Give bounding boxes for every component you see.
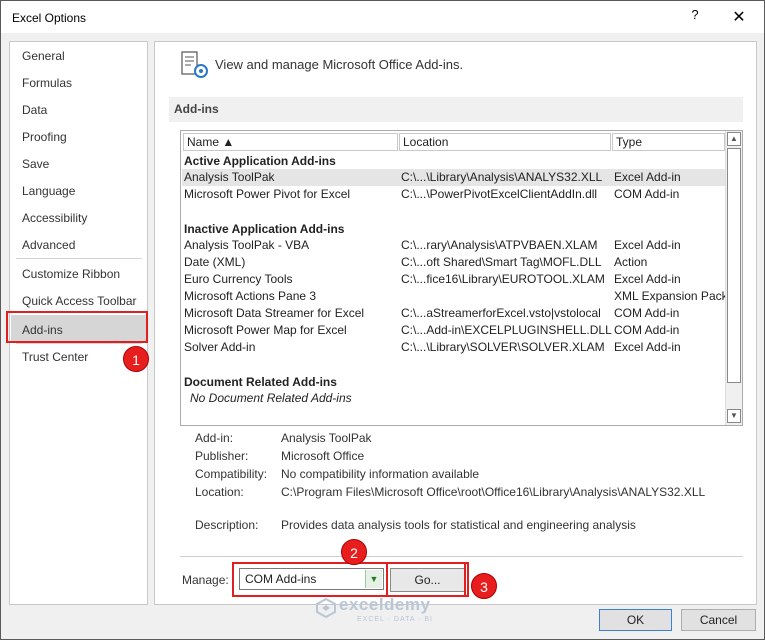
table-row[interactable]: Date (XML) C:\...oft Shared\Smart Tag\MO… — [182, 254, 725, 271]
addin-name: Microsoft Data Streamer for Excel — [184, 306, 365, 320]
watermark: exceldemy EXCEL · DATA · BI — [313, 594, 473, 628]
addin-type: Action — [614, 255, 648, 269]
group-active: Active Application Add-ins — [184, 154, 336, 168]
addin-name: Solver Add-in — [184, 340, 256, 354]
annotation-box-go — [386, 562, 469, 597]
table-row[interactable]: Microsoft Actions Pane 3 XML Expansion P… — [182, 288, 728, 305]
addin-name: Analysis ToolPak - VBA — [184, 238, 310, 252]
addin-location: C:\...\PowerPivotExcelClientAddIn.dll — [401, 187, 598, 201]
column-header-location[interactable]: Location — [399, 133, 611, 151]
sidebar-item-advanced[interactable]: Advanced — [22, 238, 75, 252]
sidebar-item-formulas[interactable]: Formulas — [22, 76, 72, 90]
sidebar-item-proofing[interactable]: Proofing — [22, 130, 67, 144]
cancel-button[interactable]: Cancel — [681, 609, 756, 631]
addin-location: C:\...\Library\SOLVER\SOLVER.XLAM — [401, 340, 605, 354]
detail-publisher-value: Microsoft Office — [281, 449, 365, 463]
addin-type: XML Expansion Pack — [614, 289, 728, 303]
detail-desc-label: Description: — [195, 518, 259, 532]
sidebar-item-quick-access-toolbar[interactable]: Quick Access Toolbar — [22, 294, 137, 308]
column-header-type[interactable]: Type — [612, 133, 725, 151]
watermark-tagline: EXCEL · DATA · BI — [357, 616, 433, 623]
detail-compat-value: No compatibility information available — [281, 467, 480, 481]
addin-type: COM Add-in — [614, 323, 680, 337]
addins-list[interactable]: Name ▲ Location Type Active Application … — [180, 130, 743, 426]
detail-compat-label: Compatibility: — [195, 467, 268, 481]
table-row[interactable]: Analysis ToolPak C:\...\Library\Analysis… — [182, 169, 725, 186]
sidebar-item-accessibility[interactable]: Accessibility — [22, 211, 87, 225]
addin-location: C:\...rary\Analysis\ATPVBAEN.XLAM — [401, 238, 598, 252]
detail-publisher-label: Publisher: — [195, 449, 249, 463]
table-row[interactable]: Analysis ToolPak - VBA C:\...rary\Analys… — [182, 237, 725, 254]
table-row[interactable]: Euro Currency Tools C:\...fice16\Library… — [182, 271, 725, 288]
addin-type: COM Add-in — [614, 187, 680, 201]
sidebar-item-language[interactable]: Language — [22, 184, 75, 198]
table-row[interactable]: Microsoft Power Pivot for Excel C:\...\P… — [182, 186, 725, 203]
column-header-name[interactable]: Name ▲ — [183, 133, 398, 151]
addin-type: COM Add-in — [614, 306, 680, 320]
addin-name: Analysis ToolPak — [184, 170, 275, 184]
detail-addin-label: Add-in: — [195, 431, 234, 445]
manage-label: Manage: — [182, 573, 229, 587]
panel-header: View and manage Microsoft Office Add-ins… — [215, 57, 464, 72]
annotation-box-addins — [6, 311, 148, 343]
addin-location: C:\...Add-in\EXCELPLUGINSHELL.DLL — [401, 323, 612, 337]
document-empty-note: No Document Related Add-ins — [190, 391, 352, 405]
sidebar-item-data[interactable]: Data — [22, 103, 47, 117]
sidebar-divider — [16, 258, 142, 259]
addin-location: C:\...oft Shared\Smart Tag\MOFL.DLL — [401, 255, 602, 269]
group-document: Document Related Add-ins — [184, 375, 337, 389]
detail-location-label: Location: — [195, 485, 244, 499]
help-button[interactable]: ? — [684, 7, 706, 27]
addins-panel: View and manage Microsoft Office Add-ins… — [154, 41, 757, 623]
addin-type: Excel Add-in — [614, 340, 681, 354]
window-title: Excel Options — [12, 11, 87, 25]
group-inactive: Inactive Application Add-ins — [184, 222, 345, 236]
title-bar: Excel Options ? ✕ — [1, 1, 764, 33]
divider — [180, 556, 743, 557]
annotation-badge-3: 3 — [471, 573, 497, 599]
addins-section-bar: Add-ins — [169, 97, 743, 122]
addin-name: Microsoft Power Pivot for Excel — [184, 187, 351, 201]
addin-location: C:\...\Library\Analysis\ANALYS32.XLL — [401, 170, 603, 184]
ok-button[interactable]: OK — [599, 609, 672, 631]
addin-name: Date (XML) — [184, 255, 246, 269]
annotation-badge-2: 2 — [341, 539, 367, 565]
addin-name: Microsoft Actions Pane 3 — [184, 289, 317, 303]
scroll-down-icon[interactable]: ▼ — [727, 409, 741, 423]
watermark-name: exceldemy — [339, 595, 431, 614]
table-row[interactable]: Microsoft Power Map for Excel C:\...Add-… — [182, 322, 725, 339]
detail-location-value: C:\Program Files\Microsoft Office\root\O… — [281, 485, 706, 499]
close-button[interactable]: ✕ — [728, 7, 750, 27]
section-title: Add-ins — [174, 102, 219, 116]
table-row[interactable]: Microsoft Data Streamer for Excel C:\...… — [182, 305, 725, 322]
table-row[interactable]: Solver Add-in C:\...\Library\SOLVER\SOLV… — [182, 339, 725, 356]
detail-addin-value: Analysis ToolPak — [281, 431, 372, 445]
addin-type: Excel Add-in — [614, 170, 681, 184]
list-scrollbar[interactable]: ▲ ▼ — [725, 131, 742, 425]
addin-name: Microsoft Power Map for Excel — [184, 323, 347, 337]
addins-settings-icon — [181, 51, 208, 78]
sidebar-divider — [16, 343, 142, 344]
sidebar-item-general[interactable]: General — [22, 49, 65, 63]
addin-type: Excel Add-in — [614, 238, 681, 252]
scroll-thumb[interactable] — [727, 148, 741, 383]
addin-location: C:\...aStreamerforExcel.vsto|vstolocal — [401, 306, 601, 320]
scroll-up-icon[interactable]: ▲ — [727, 132, 741, 146]
addin-name: Euro Currency Tools — [184, 272, 293, 286]
sidebar-item-save[interactable]: Save — [22, 157, 49, 171]
detail-desc-value: Provides data analysis tools for statist… — [281, 518, 636, 532]
sidebar-item-trust-center[interactable]: Trust Center — [22, 350, 88, 364]
addin-type: Excel Add-in — [614, 272, 681, 286]
sidebar-item-customize-ribbon[interactable]: Customize Ribbon — [22, 267, 120, 281]
addin-location: C:\...fice16\Library\EUROTOOL.XLAM — [401, 272, 605, 286]
annotation-badge-1: 1 — [123, 346, 149, 372]
excel-options-dialog: Excel Options ? ✕ General Formulas Data … — [0, 0, 765, 640]
watermark-logo-icon — [316, 597, 336, 619]
